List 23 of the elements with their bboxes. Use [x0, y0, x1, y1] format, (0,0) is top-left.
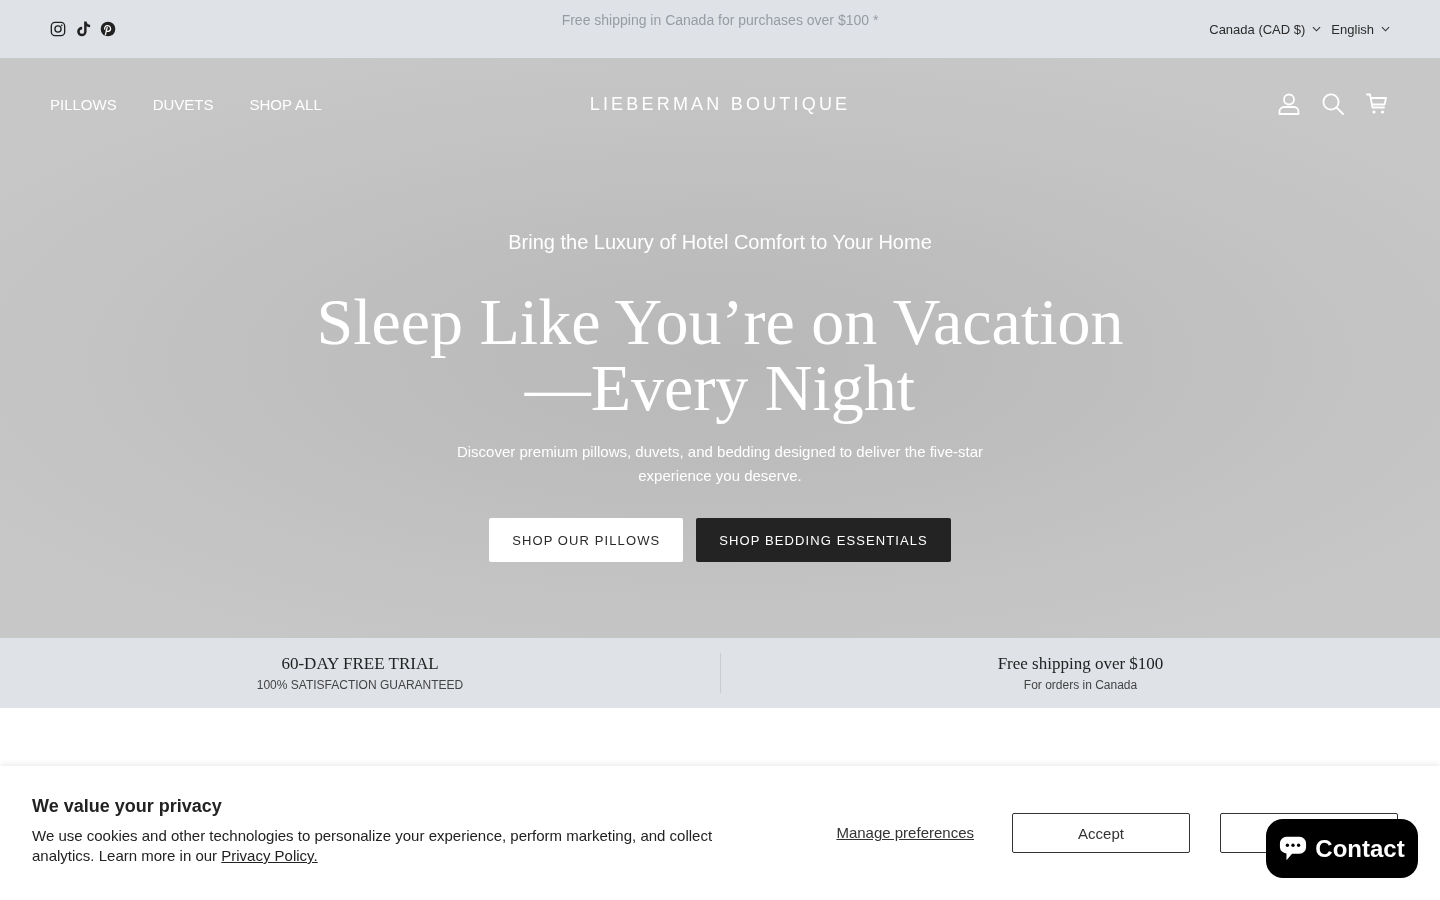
hero-description: Discover premium pillows, duvets, and bedding designed to deliver the five-star experience you deserve. — [455, 442, 985, 486]
circled-p-icon[interactable] — [100, 21, 116, 37]
chevron-down-icon — [1381, 26, 1390, 32]
privacy-policy-link[interactable]: Privacy Policy. — [221, 847, 318, 864]
locale-selector[interactable]: English — [1331, 21, 1390, 37]
feature-title: 60-DAY FREE TRIAL — [281, 653, 439, 674]
chat-bubble-icon — [1279, 834, 1308, 863]
hero-subheading: Bring the Luxury of Hotel Comfort to Your Home — [508, 230, 932, 254]
shop-button[interactable]: SHOP BEDDING ESSENTIALS — [696, 518, 951, 562]
shipping-announcement: Free shipping in Canada for purchases over $100 * — [561, 11, 879, 29]
manage-preferences-link[interactable]: Manage preferences — [836, 813, 974, 853]
feature-subtitle: 100% SATISFACTION GUARANTEED — [256, 678, 464, 693]
music-note-icon[interactable] — [75, 21, 91, 37]
feature-subtitle: For orders in Canada — [1023, 678, 1138, 693]
contact-chat-popup[interactable]: Contact — [1266, 819, 1418, 878]
cookie-title: We value your privacy — [32, 795, 223, 818]
feature-title: Free shipping over $100 — [997, 653, 1164, 674]
camera-icon[interactable] — [50, 21, 66, 37]
locale-selector[interactable]: Canada (CAD $) — [1209, 21, 1322, 37]
chevron-down-icon — [1312, 26, 1322, 32]
shop-button[interactable]: SHOP OUR PILLOWS — [489, 518, 684, 562]
cookie-notice-text: We use cookies and other technologies to personalize your experience, perform marketing, and collect analytics. Learn more in our Privacy Policy. — [32, 826, 714, 866]
cookie-button[interactable]: Accept — [1012, 813, 1190, 853]
